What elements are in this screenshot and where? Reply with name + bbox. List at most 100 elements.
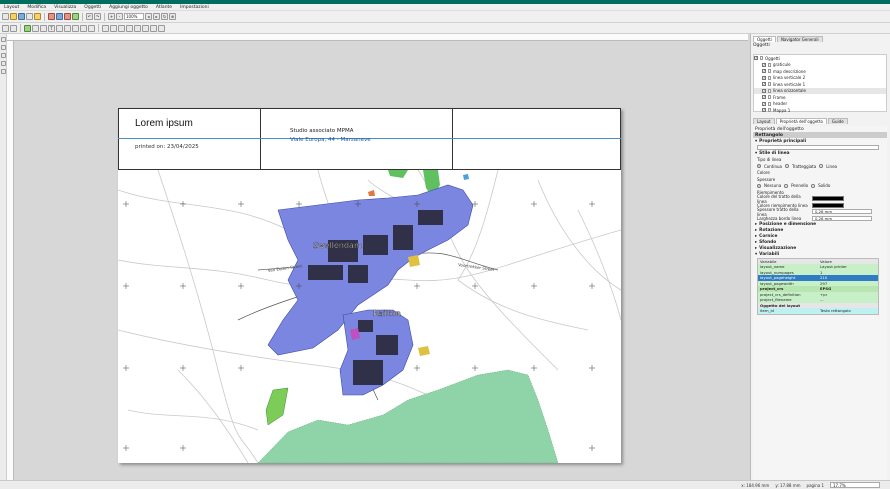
redo-icon[interactable]: ↷ xyxy=(94,13,101,20)
radio-dashed[interactable] xyxy=(784,164,789,169)
join-width-spin[interactable]: 0,26 mm xyxy=(812,215,872,221)
vertical-line-1[interactable] xyxy=(260,108,261,170)
export-image-icon[interactable] xyxy=(56,13,63,20)
tool-select-icon[interactable] xyxy=(0,37,6,42)
group-icon[interactable] xyxy=(142,24,149,32)
visibility-check[interactable]: ✓ xyxy=(762,82,766,87)
radio-brush[interactable] xyxy=(784,183,789,188)
shape-select[interactable] xyxy=(757,144,879,150)
visibility-check[interactable]: ✓ xyxy=(762,108,766,113)
stroke-color-button[interactable] xyxy=(812,196,844,202)
variable-row[interactable]: layout_numpages 1 xyxy=(758,269,878,275)
visibility-check[interactable]: ✓ xyxy=(762,62,766,67)
studio-name[interactable]: Studio associato MPMA xyxy=(290,128,354,134)
vertical-line-2[interactable] xyxy=(452,108,453,170)
visibility-check[interactable]: ✓ xyxy=(762,88,766,93)
duplicate-icon[interactable] xyxy=(26,13,33,20)
variable-row[interactable]: project_crs_definition +pr xyxy=(758,291,878,297)
lock-icon[interactable] xyxy=(768,101,771,106)
save-icon[interactable] xyxy=(18,13,25,20)
visibility-check[interactable]: ✓ xyxy=(762,75,766,80)
layout-title[interactable]: Lorem ipsum xyxy=(135,118,193,129)
menu-add-item[interactable]: Aggiungi oggetto xyxy=(109,5,148,10)
lock-icon[interactable] xyxy=(768,108,771,113)
radio-solid[interactable] xyxy=(811,183,816,188)
variable-row[interactable]: project_filename... xyxy=(758,297,878,303)
add-scalebar-icon[interactable] xyxy=(64,24,71,32)
add-3d-map-icon[interactable] xyxy=(32,24,39,32)
open-folder-icon[interactable] xyxy=(10,13,17,20)
stroke-width-spin[interactable]: 0,26 mm xyxy=(812,209,872,215)
variable-row[interactable]: layout_name Layout printer xyxy=(758,264,878,270)
pan-icon[interactable] xyxy=(2,24,9,32)
zoom-combo[interactable]: 100% xyxy=(124,13,144,20)
next-page-icon[interactable]: ▸ xyxy=(153,13,160,20)
tab-guides[interactable]: Guide xyxy=(827,118,848,124)
menu-atlas[interactable]: Atlante xyxy=(156,5,172,10)
visibility-check[interactable]: ✓ xyxy=(754,56,758,61)
radio-line[interactable] xyxy=(819,164,824,169)
add-table-icon[interactable] xyxy=(88,24,95,32)
menu-settings[interactable]: Impostazioni xyxy=(180,5,209,10)
variable-row[interactable]: layout_pageheight 210 xyxy=(758,275,878,281)
tab-items[interactable]: Oggetti xyxy=(753,36,776,42)
fill-color-button[interactable] xyxy=(812,202,844,208)
lock-icon[interactable] xyxy=(768,88,771,93)
menu-items[interactable]: Oggetti xyxy=(84,5,101,10)
tab-layout[interactable]: Layout xyxy=(753,118,775,124)
visibility-check[interactable]: ✓ xyxy=(762,69,766,74)
lock-icon[interactable] xyxy=(760,56,763,61)
template-icon[interactable] xyxy=(34,13,41,20)
select-icon[interactable] xyxy=(10,24,17,32)
add-image-icon[interactable] xyxy=(40,24,47,32)
align-icon[interactable] xyxy=(118,24,125,32)
lock-icon[interactable] xyxy=(150,24,157,32)
lock-icon[interactable] xyxy=(768,95,771,100)
zoom-out-icon[interactable]: - xyxy=(116,13,123,20)
map-item[interactable]: Swellendam Railton Van Eeden Street Voor… xyxy=(118,170,621,463)
variable-row[interactable]: project_crs EPSG xyxy=(758,286,878,292)
tool-move-content-icon[interactable] xyxy=(0,61,6,66)
tool-move-icon[interactable] xyxy=(0,45,6,50)
add-shape-icon[interactable] xyxy=(72,24,79,32)
lower-icon[interactable] xyxy=(110,24,117,32)
tool-edit-nodes-icon[interactable] xyxy=(0,53,6,58)
menu-edit[interactable]: Modifica xyxy=(27,5,46,10)
add-label-icon[interactable]: T xyxy=(48,24,55,32)
zoom-level-combo[interactable]: 17.7% xyxy=(830,482,880,488)
export-svg-icon[interactable] xyxy=(72,13,79,20)
visibility-check[interactable]: ✓ xyxy=(762,101,766,106)
tab-navigator[interactable]: Navigator Generali xyxy=(776,36,823,42)
unlock-icon[interactable] xyxy=(158,24,165,32)
variable-row[interactable]: layout_pagewidth 297 xyxy=(758,280,878,286)
add-map-icon[interactable] xyxy=(24,24,31,32)
printed-date[interactable]: printed on: 23/04/2025 xyxy=(135,144,199,150)
tab-item-properties[interactable]: Proprietà dell'oggetto xyxy=(775,118,827,124)
layout-canvas[interactable]: Lorem ipsum printed on: 23/04/2025 Studi… xyxy=(14,41,748,480)
raise-icon[interactable] xyxy=(102,24,109,32)
undo-icon[interactable]: ↶ xyxy=(86,13,93,20)
menu-view[interactable]: Visualizza xyxy=(54,5,76,10)
lock-icon[interactable] xyxy=(768,75,771,80)
new-layout-icon[interactable] xyxy=(2,13,9,20)
radio-none[interactable] xyxy=(757,183,761,188)
distribute-icon[interactable] xyxy=(126,24,133,32)
add-arrow-icon[interactable] xyxy=(80,24,87,32)
resize-icon[interactable] xyxy=(134,24,141,32)
visibility-check[interactable]: ✓ xyxy=(762,95,766,100)
tool-zoom-icon[interactable] xyxy=(0,69,6,74)
studio-address[interactable]: Viale Europa, 44 - Marsaneve xyxy=(290,137,371,143)
add-legend-icon[interactable] xyxy=(56,24,63,32)
menu-layout[interactable]: Layout xyxy=(4,5,19,10)
print-icon[interactable] xyxy=(48,13,55,20)
refresh-icon[interactable]: ↻ xyxy=(161,13,168,20)
lock-icon[interactable] xyxy=(768,62,771,67)
radio-continuous[interactable] xyxy=(757,164,761,169)
export-pdf-icon[interactable] xyxy=(64,13,71,20)
variable-group-row[interactable]: Oggetto del layout xyxy=(758,302,878,308)
zoom-in-icon[interactable]: + xyxy=(108,13,115,20)
item-row[interactable]: ✓ Mappa 1 xyxy=(754,107,886,114)
lock-icon[interactable] xyxy=(768,82,771,87)
zoom-full-icon[interactable]: ⊕ xyxy=(169,13,176,20)
variable-row[interactable]: item_id Testo rettangolo xyxy=(758,308,878,314)
